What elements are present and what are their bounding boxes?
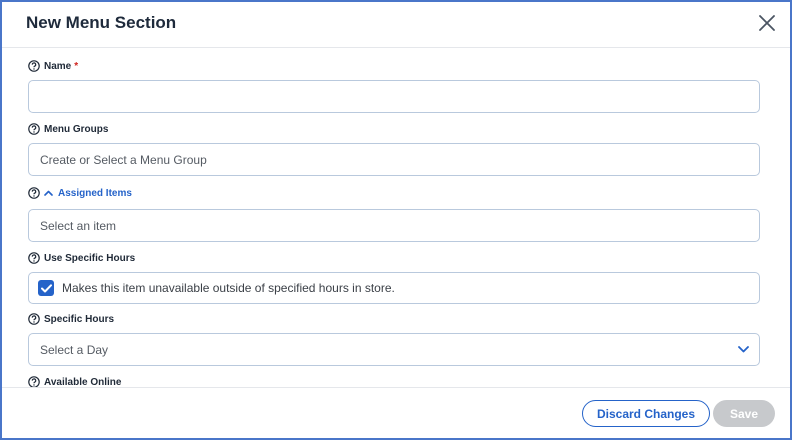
help-icon[interactable] (28, 123, 40, 135)
assigned-items-toggle[interactable]: Assigned Items (44, 188, 132, 199)
chevron-up-icon (44, 190, 53, 196)
use-specific-hours-field: Makes this item unavailable outside of s… (28, 272, 760, 304)
menu-groups-input[interactable] (40, 144, 748, 175)
menu-groups-field[interactable] (28, 143, 760, 176)
required-marker: * (74, 60, 79, 72)
use-specific-hours-checkbox-label[interactable]: Makes this item unavailable outside of s… (62, 281, 395, 295)
help-icon[interactable] (28, 187, 40, 199)
dialog-header: New Menu Section (2, 2, 790, 48)
chevron-down-icon (738, 346, 749, 353)
new-menu-section-dialog: New Menu Section Name * Menu Groups Crea… (0, 0, 792, 440)
help-icon[interactable] (28, 313, 40, 325)
use-specific-hours-label-row: Use Specific Hours (28, 250, 135, 266)
name-input[interactable] (40, 81, 748, 112)
specific-hours-label-row: Specific Hours (28, 311, 114, 327)
use-specific-hours-label: Use Specific Hours (44, 252, 136, 264)
assigned-items-label-row: Assigned Items (28, 185, 132, 201)
use-specific-hours-checkbox[interactable] (38, 280, 54, 296)
dialog-footer: Discard Changes Save (2, 387, 790, 438)
help-icon[interactable] (28, 60, 40, 72)
specific-hours-selected: Select a Day (40, 342, 109, 357)
assigned-items-field[interactable] (28, 209, 760, 242)
assigned-items-label: Assigned Items (58, 187, 132, 199)
name-field[interactable] (28, 80, 760, 113)
name-label-row: Name * (28, 58, 78, 74)
name-label: Name (44, 60, 72, 72)
menu-groups-label-row: Menu Groups (28, 121, 108, 137)
save-button[interactable]: Save (713, 400, 775, 427)
help-icon[interactable] (28, 252, 40, 264)
close-icon[interactable] (758, 14, 776, 32)
dialog-title: New Menu Section (26, 13, 177, 32)
specific-hours-select[interactable]: Select a Day (28, 333, 760, 366)
available-online-label: Available Online (44, 376, 122, 388)
checkmark-icon (40, 283, 52, 292)
menu-groups-label: Menu Groups (44, 123, 109, 135)
discard-changes-button[interactable]: Discard Changes (582, 400, 710, 427)
specific-hours-label: Specific Hours (44, 313, 115, 325)
assigned-items-input[interactable] (40, 210, 748, 241)
